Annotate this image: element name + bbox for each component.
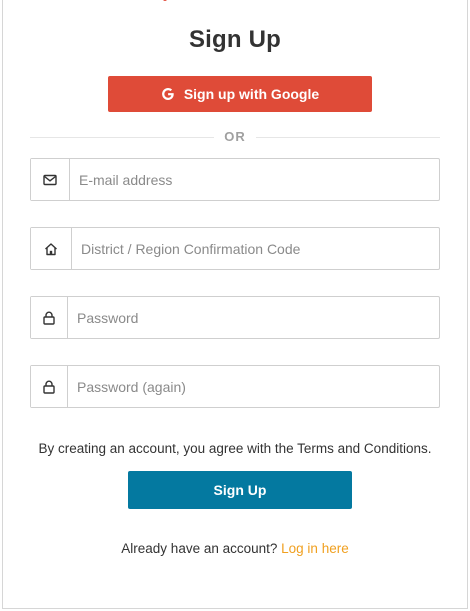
email-addon <box>31 159 70 200</box>
signup-button[interactable]: Sign Up <box>128 471 352 509</box>
login-prompt-text: Already have an account? <box>121 541 278 556</box>
google-signup-label: Sign up with Google <box>183 86 320 102</box>
password-addon <box>31 297 68 338</box>
password-input[interactable] <box>68 297 439 338</box>
terms-text: By creating an account, you agree with t… <box>38 441 432 456</box>
google-g-icon <box>161 87 175 101</box>
password-field <box>30 296 440 339</box>
google-signup-button[interactable]: Sign up with Google <box>108 76 372 112</box>
region-code-field <box>30 227 440 270</box>
home-icon <box>44 242 58 256</box>
or-label: OR <box>214 129 256 144</box>
password-again-addon <box>31 366 68 407</box>
login-link[interactable]: Log in here <box>281 541 349 556</box>
page-title: Sign Up <box>188 26 282 53</box>
email-input[interactable] <box>70 159 439 200</box>
email-field <box>30 158 440 201</box>
or-divider: OR <box>0 129 470 144</box>
region-code-addon <box>31 228 72 269</box>
lock-icon <box>43 311 55 325</box>
envelope-icon <box>43 174 57 186</box>
password-again-input[interactable] <box>68 366 439 407</box>
region-code-input[interactable] <box>72 228 439 269</box>
password-again-field <box>30 365 440 408</box>
lock-icon <box>43 380 55 394</box>
login-prompt-row: Already have an account? Log in here <box>0 541 470 556</box>
